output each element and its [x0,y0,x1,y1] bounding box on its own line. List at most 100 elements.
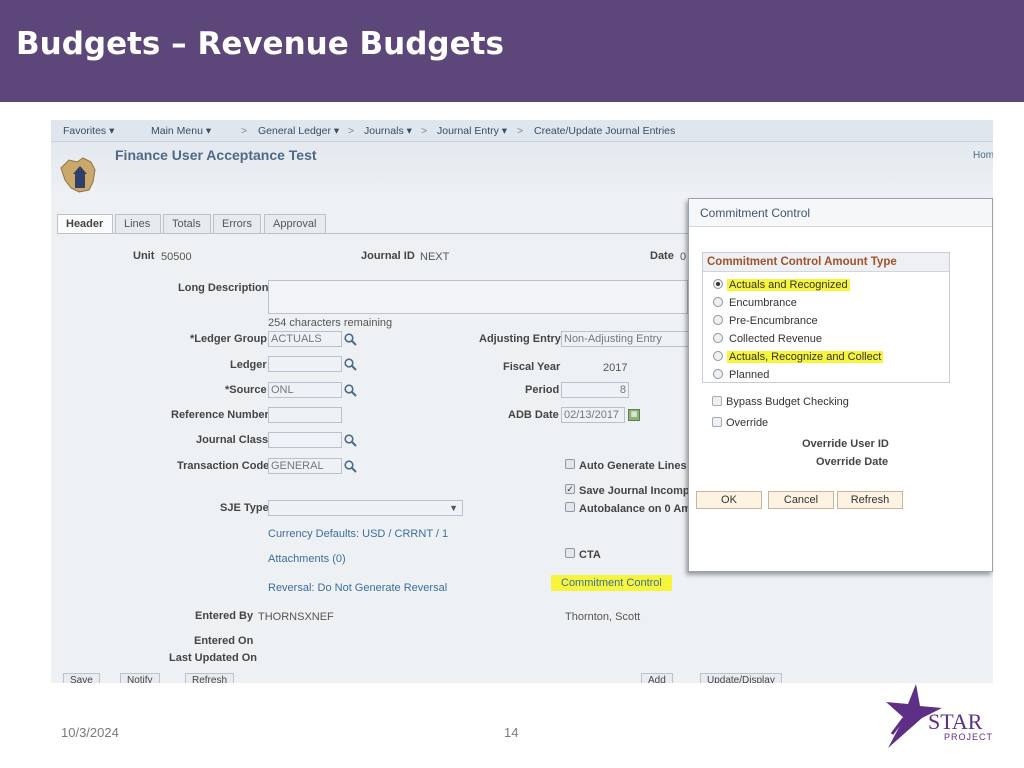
main-menu[interactable]: Main Menu ▾ [151,125,211,137]
source-label: *Source [225,384,267,396]
update-display-button[interactable]: Update/Display [700,673,782,683]
sje-type-label: SJE Type [220,502,269,514]
checkbox-icon [712,417,722,427]
ok-button[interactable]: OK [696,491,762,509]
journal-id-value: NEXT [420,251,450,263]
autobalance-checkbox[interactable] [565,502,575,512]
fiscal-year-value: 2017 [603,362,628,374]
radio-icon [713,351,723,361]
wisconsin-logo-icon [60,157,96,193]
calendar-icon[interactable]: ▦ [628,409,640,421]
fiscal-year-label: Fiscal Year [503,361,561,373]
transaction-code-search-icon[interactable] [344,460,357,473]
breadcrumb-create-update[interactable]: Create/Update Journal Entries [534,125,675,137]
save-journal-incomplete-label: Save Journal Incompl [579,485,693,497]
save-button[interactable]: Save [63,673,100,683]
amount-type-group: Commitment Control Amount Type Actuals a… [702,252,950,383]
logo-star-text: STAR [928,709,983,734]
title-bar: Budgets – Revenue Budgets [0,0,1024,102]
app-banner: Finance User Acceptance Test Hom [51,142,993,198]
last-updated-label: Last Updated On [169,652,258,664]
bypass-budget-checking[interactable]: Bypass Budget Checking [712,396,849,408]
override-date-label: Override Date [816,456,889,468]
logo-project-text: PROJECT [944,732,993,742]
breadcrumb-general-ledger[interactable]: General Ledger ▾ [258,125,339,137]
breadcrumb-separator: > [421,125,428,137]
amount-type-group-title: Commitment Control Amount Type [703,253,949,272]
save-journal-incomplete-checkbox[interactable]: ✓ [565,484,575,494]
autobalance-label: Autobalance on 0 Am [579,503,692,515]
cta-checkbox[interactable] [565,548,575,558]
breadcrumb-journals[interactable]: Journals ▾ [364,125,412,137]
add-button[interactable]: Add [641,673,673,683]
adjusting-entry-label: Adjusting Entry [479,333,561,345]
notify-button[interactable]: Notify [120,673,160,683]
source-search-icon[interactable] [344,384,357,397]
star-project-logo: STAR PROJECT [886,684,993,748]
chevron-down-icon: ▾ [109,125,115,137]
breadcrumb-journal-entry[interactable]: Journal Entry ▾ [437,125,507,137]
long-description-label: Long Description [178,282,269,294]
breadcrumb-separator: > [348,125,355,137]
radio-actuals-recognize-collect[interactable]: Actuals, Recognize and Collect [713,351,884,365]
ledger-search-icon[interactable] [344,358,357,371]
adjusting-entry-select[interactable]: Non-Adjusting Entry [561,331,689,347]
chevron-down-icon: ▼ [449,503,458,513]
journal-class-field[interactable] [268,432,342,448]
navbar: Favorites ▾ Main Menu ▾ > General Ledger… [51,120,993,142]
reference-number-field[interactable] [268,407,342,423]
unit-label: Unit [133,250,155,262]
tab-lines[interactable]: Lines [115,214,161,233]
reversal-link[interactable]: Reversal: Do Not Generate Reversal [268,582,447,594]
radio-collected-revenue[interactable]: Collected Revenue [713,333,824,347]
slide-title: Budgets – Revenue Budgets [16,26,504,62]
ledger-group-label: *Ledger Group [190,333,268,345]
commitment-control-link[interactable]: Commitment Control [551,575,672,591]
tab-errors[interactable]: Errors [213,214,261,233]
chars-remaining: 254 characters remaining [268,317,393,329]
radio-selected-icon [713,279,723,289]
chevron-down-icon: ▾ [501,125,508,137]
slide: Budgets – Revenue Budgets Favorites ▾ Ma… [0,0,1024,768]
date-value: 0 [680,251,687,263]
override-checkbox[interactable]: Override [712,417,768,429]
favorites-menu[interactable]: Favorites ▾ [63,125,114,137]
radio-pre-encumbrance[interactable]: Pre-Encumbrance [713,315,820,329]
tab-approval[interactable]: Approval [264,214,326,233]
radio-encumbrance[interactable]: Encumbrance [713,297,799,311]
ledger-group-search-icon[interactable] [344,333,357,346]
cancel-button[interactable]: Cancel [768,491,834,509]
radio-planned[interactable]: Planned [713,369,771,383]
home-link[interactable]: Hom [973,150,993,161]
radio-icon [713,333,723,343]
period-label: Period [525,384,560,396]
transaction-code-label: Transaction Code [177,460,270,472]
ledger-group-field[interactable]: ACTUALS [268,331,342,347]
tab-totals[interactable]: Totals [163,214,211,233]
journal-class-search-icon[interactable] [344,434,357,447]
auto-generate-lines-checkbox[interactable] [565,459,575,469]
source-field[interactable]: ONL [268,382,342,398]
sje-type-select[interactable]: ▼ [268,500,463,516]
tab-header[interactable]: Header [57,214,113,233]
adb-date-label: ADB Date [508,409,559,421]
unit-value: 50500 [161,251,192,263]
breadcrumb-separator: > [517,125,524,137]
entered-on-label: Entered On [194,635,254,647]
ledger-label: Ledger [230,359,267,371]
journal-id-label: Journal ID [361,250,415,262]
radio-actuals-and-recognized[interactable]: Actuals and Recognized [713,279,850,293]
period-field[interactable]: 8 [561,382,629,398]
transaction-code-field[interactable]: GENERAL [268,458,342,474]
dialog-refresh-button[interactable]: Refresh [837,491,903,509]
long-description-field[interactable] [268,280,688,314]
slide-page-number: 14 [504,725,519,740]
radio-icon [713,369,723,379]
attachments-link[interactable]: Attachments (0) [268,553,346,565]
currency-defaults-link[interactable]: Currency Defaults: USD / CRRNT / 1 [268,528,448,540]
journal-class-label: Journal Class [196,434,269,446]
ledger-field[interactable] [268,356,342,372]
radio-icon [713,315,723,325]
adb-date-field[interactable]: 02/13/2017 [561,407,625,423]
refresh-button[interactable]: Refresh [185,673,235,683]
